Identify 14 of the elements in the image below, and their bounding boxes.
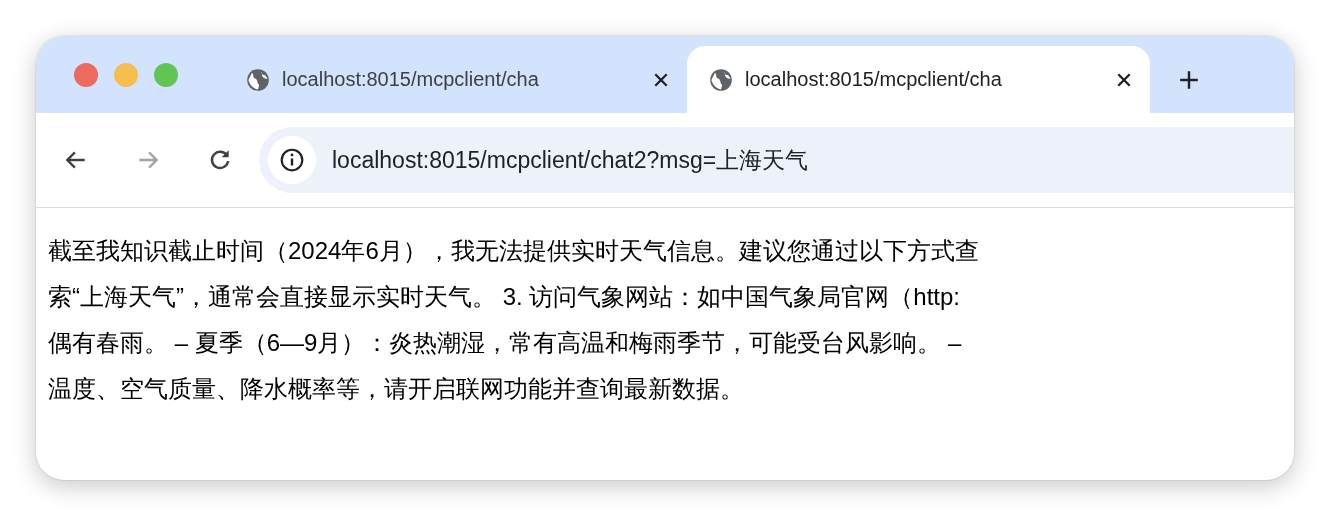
globe-icon xyxy=(709,67,733,92)
info-icon[interactable] xyxy=(279,147,305,173)
url-text: localhost:8015/mcpclient/chat2?msg=上海天气 xyxy=(332,145,809,175)
response-text-line: 偶有春雨。 – 夏季（6—9月）：炎热潮湿，常有高温和梅雨季节，可能受台风影响。 – xyxy=(48,328,963,358)
new-tab-icon[interactable] xyxy=(1178,68,1200,91)
close-icon[interactable] xyxy=(1116,71,1132,88)
response-text-line: 温度、空气质量、降水概率等，请开启联网功能并查询最新数据。 xyxy=(48,374,745,404)
address-bar[interactable]: localhost:8015/mcpclient/chat2?msg=上海天气 xyxy=(259,127,1294,193)
close-icon[interactable] xyxy=(653,71,669,88)
browser-tab[interactable]: localhost:8015/mcpclient/cha xyxy=(224,46,687,113)
globe-icon xyxy=(246,67,270,92)
response-text-line: 索“上海天气”，通常会直接显示实时天气。 3. 访问气象网站：如中国气象局官网（http: xyxy=(48,282,962,312)
browser-tab[interactable]: localhost:8015/mcpclient/cha xyxy=(687,46,1150,113)
response-text-line: 截至我知识截止时间（2024年6月），我无法提供实时天气信息。建议您通过以下方式查 xyxy=(48,236,980,266)
